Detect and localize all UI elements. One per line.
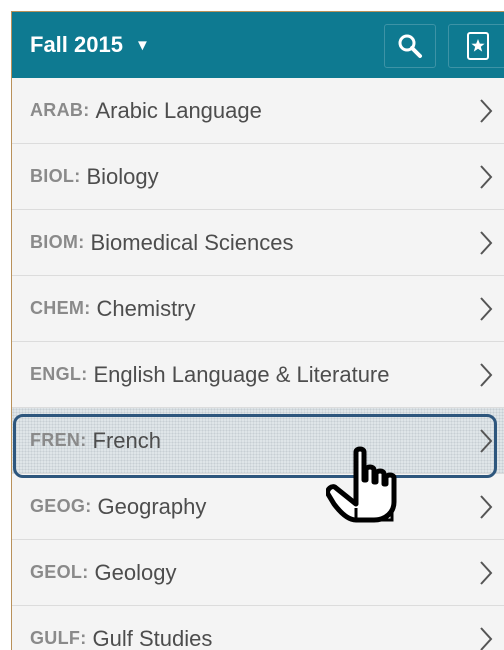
chevron-right-icon [480,429,493,453]
search-button[interactable] [384,24,436,68]
subject-row[interactable]: GULF: Gulf Studies [12,606,504,650]
subject-name: Gulf Studies [92,625,213,650]
subject-code: GEOL: [30,562,89,582]
subject-name: Biology [86,163,159,189]
subject-code: GEOG: [30,496,92,516]
subject-code: BIOM: [30,232,85,252]
chevron-right-icon [480,165,493,189]
subject-name: Geography [97,493,207,519]
subject-row[interactable]: CHEM: Chemistry [12,276,504,342]
subject-code: BIOL: [30,166,81,186]
term-selector[interactable]: Fall 2015 ▼ [30,32,150,58]
chevron-right-icon [480,99,493,123]
subject-row[interactable]: FREN: French [12,408,504,474]
course-catalog-app: Fall 2015 ▼ ARAB: Arabic Language BIOL: Bio… [11,11,504,650]
subject-row[interactable]: BIOM: Biomedical Sciences [12,210,504,276]
search-icon [398,34,422,58]
chevron-right-icon [480,561,493,585]
subject-code: FREN: [30,430,87,450]
subject-name: Biomedical Sciences [90,229,294,255]
chevron-right-icon [480,297,493,321]
subject-name: Geology [94,559,177,585]
subject-name: Arabic Language [95,97,262,123]
subject-code: ARAB: [30,100,90,120]
subject-name: English Language & Literature [93,361,390,387]
app-header: Fall 2015 ▼ [12,12,504,78]
bookmark-star-icon [467,32,489,60]
subject-code: GULF: [30,628,87,648]
chevron-right-icon [480,495,493,519]
hand-pointer-icon [326,446,397,523]
subject-row[interactable]: ARAB: Arabic Language [12,78,504,144]
chevron-right-icon [480,231,493,255]
subject-row[interactable]: ENGL: English Language & Literature [12,342,504,408]
subject-name: Chemistry [96,295,196,321]
subject-list: ARAB: Arabic Language BIOL: Biology BIOM: Bio… [12,78,504,650]
subject-row[interactable]: BIOL: Biology [12,144,504,210]
subject-code: ENGL: [30,364,88,384]
caret-down-icon: ▼ [134,36,150,54]
term-label: Fall 2015 [30,32,123,57]
subject-row[interactable]: GEOG: Geography [12,474,504,540]
subject-code: CHEM: [30,298,91,318]
bookmark-button[interactable] [448,24,504,68]
chevron-right-icon [480,363,493,387]
chevron-right-icon [480,627,493,650]
subject-name: French [92,427,161,453]
subject-row[interactable]: GEOL: Geology [12,540,504,606]
